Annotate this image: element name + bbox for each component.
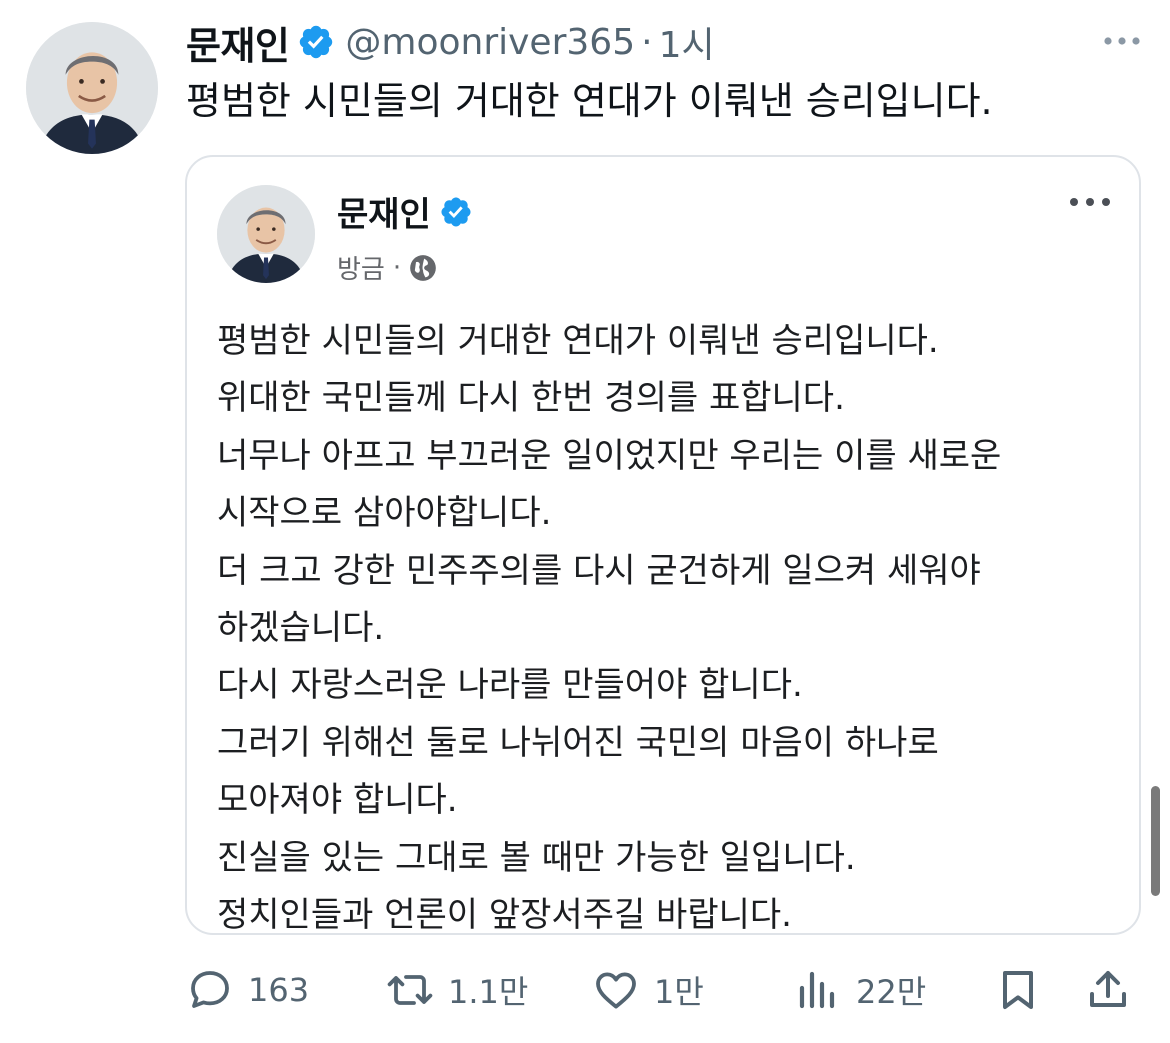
- share-button[interactable]: [1084, 960, 1132, 1020]
- embedded-time[interactable]: 방금: [337, 249, 385, 286]
- views-icon: [799, 971, 835, 1009]
- separator-dot: ·: [392, 252, 402, 283]
- embedded-author-avatar[interactable]: [217, 185, 315, 283]
- post-line: 위대한 국민들께 다시 한번 경의를 표합니다.: [217, 378, 845, 419]
- post-line: 너무나 아프고 부끄러운 일이었지만 우리는 이를 새로운: [217, 435, 1002, 476]
- more-horizontal-icon[interactable]: [1067, 191, 1113, 213]
- scrollbar-thumb[interactable]: [1151, 786, 1160, 896]
- tweet-header: 문재인 @moonriver365 · 1시: [186, 12, 715, 72]
- verified-badge-icon[interactable]: [297, 23, 335, 61]
- heart-icon: [596, 972, 636, 1009]
- separator-dot: ·: [641, 21, 653, 63]
- globe-icon: [410, 254, 436, 281]
- post-line: 진실을 있는 그대로 볼 때만 가능한 일입니다.: [217, 837, 856, 878]
- embedded-post-text: 평범한 시민들의 거대한 연대가 이뤄낸 승리입니다. 위대한 국민들께 다시 …: [217, 313, 1119, 935]
- post-line: 모아져야 합니다.: [217, 780, 458, 821]
- post-line: 하겠습니다.: [217, 608, 385, 649]
- post-line: 그러기 위해선 둘로 나뉘어진 국민의 마음이 하나로: [217, 722, 939, 763]
- author-avatar[interactable]: [26, 22, 158, 154]
- reply-icon: [191, 971, 229, 1008]
- post-line: 평범한 시민들의 거대한 연대가 이뤄낸 승리입니다.: [217, 321, 939, 361]
- reply-count: 163: [248, 971, 310, 1009]
- author-handle[interactable]: @moonriver365: [345, 22, 635, 63]
- like-button[interactable]: 1만: [592, 960, 704, 1020]
- embedded-author-name[interactable]: 문재인: [337, 187, 431, 236]
- action-bar: 163 1.1만 1만 22만: [186, 960, 1146, 1020]
- avatar-image: [26, 22, 158, 154]
- author-name[interactable]: 문재인: [186, 15, 290, 70]
- post-line: 정치인들과 언론이 앞장서주길 바랍니다.: [217, 895, 792, 935]
- tweet-view: 문재인 @moonriver365 · 1시 평범한 시민들의 거대한 연대가 …: [0, 0, 1170, 1043]
- share-icon: [1090, 971, 1126, 1007]
- tweet-text: 평범한 시민들의 거대한 연대가 이뤄낸 승리입니다.: [186, 79, 993, 123]
- more-horizontal-icon[interactable]: [1100, 26, 1144, 56]
- post-line: 다시 자랑스러운 나라를 만들어야 합니다.: [217, 665, 803, 706]
- embedded-meta: 방금 ·: [337, 249, 437, 286]
- like-count: 1만: [654, 973, 704, 1011]
- bookmark-button[interactable]: [994, 960, 1042, 1020]
- verified-badge-icon: [441, 196, 471, 227]
- repost-button[interactable]: 1.1만: [386, 960, 528, 1020]
- reply-button[interactable]: 163: [186, 960, 309, 1020]
- repost-count: 1.1만: [448, 973, 529, 1011]
- avatar-image: [217, 185, 315, 283]
- views-count: 22만: [856, 973, 927, 1011]
- post-line: 더 크고 강한 민주주의를 다시 굳건하게 일으켜 세워야: [217, 550, 981, 591]
- repost-icon: [387, 975, 433, 1005]
- tweet-timestamp[interactable]: 1시: [659, 16, 715, 68]
- embedded-header: 문재인: [337, 187, 473, 236]
- embedded-post-card[interactable]: 문재인 방금 · 평범한 시민들의 거대한 연대가 이뤄낸 승리입니다. 위대한…: [185, 155, 1141, 935]
- post-line: 시작으로 삼아야합니다.: [217, 493, 552, 534]
- bookmark-icon: [1003, 971, 1033, 1009]
- views-button[interactable]: 22만: [794, 960, 926, 1020]
